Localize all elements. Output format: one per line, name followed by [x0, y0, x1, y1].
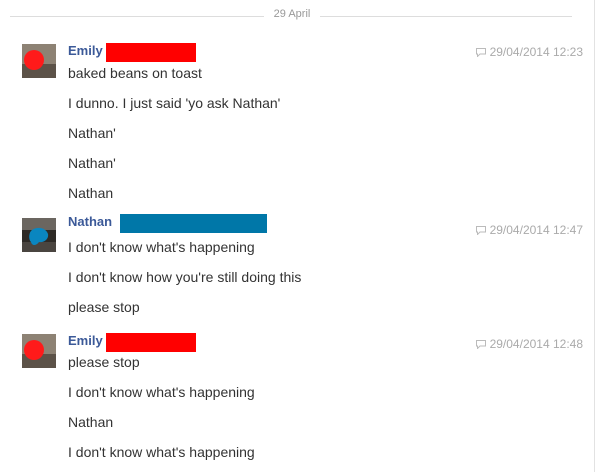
chat-conversation: 29 April Emily 29/04/2014 12:23 baked be…	[0, 0, 604, 472]
message-text: Nathan	[68, 185, 114, 201]
message-group-nathan: Nathan 29/04/2014 12:47 I don't know wha…	[0, 213, 594, 323]
date-divider-label: 29 April	[273, 8, 311, 20]
timestamp-text: 29/04/2014 12:47	[489, 223, 583, 237]
timestamp-text: 29/04/2014 12:48	[489, 337, 583, 351]
panel-border	[594, 0, 595, 472]
profile-photo-redacted-blue-icon	[22, 218, 56, 252]
message-text: I don't know what's happening	[68, 384, 255, 400]
divider-line-left	[10, 16, 264, 17]
message-text: please stop	[68, 299, 140, 315]
message-text: I don't know what's happening	[68, 444, 255, 460]
message-timestamp: 29/04/2014 12:23	[475, 45, 583, 59]
date-divider: 29 April	[10, 7, 572, 25]
message-text: please stop	[68, 354, 140, 370]
message-text: Nathan'	[68, 125, 116, 141]
comment-bubble-icon	[475, 226, 486, 235]
message-text: I dunno. I just said 'yo ask Nathan'	[68, 95, 281, 111]
sender-name[interactable]: Emily	[68, 42, 103, 59]
avatar-nathan[interactable]	[22, 218, 56, 252]
message-text: baked beans on toast	[68, 65, 202, 81]
profile-photo-redacted-red-icon	[22, 334, 56, 368]
redaction-bar	[106, 333, 196, 352]
message-text: Nathan	[68, 414, 114, 430]
redaction-bar	[120, 214, 267, 233]
divider-line-right	[320, 16, 572, 17]
message-text: Nathan'	[68, 155, 116, 171]
comment-bubble-icon	[475, 340, 486, 349]
comment-bubble-icon	[475, 48, 486, 57]
sender-name[interactable]: Nathan	[68, 213, 112, 230]
redaction-bar	[106, 43, 196, 62]
message-timestamp: 29/04/2014 12:47	[475, 223, 583, 237]
message-group-emily: Emily 29/04/2014 12:48 please stop I don…	[0, 332, 594, 472]
avatar-emily[interactable]	[22, 44, 56, 78]
sender-name[interactable]: Emily	[68, 332, 103, 349]
avatar-emily[interactable]	[22, 334, 56, 368]
message-timestamp: 29/04/2014 12:48	[475, 337, 583, 351]
timestamp-text: 29/04/2014 12:23	[489, 45, 583, 59]
profile-photo-redacted-red-icon	[22, 44, 56, 78]
message-group-emily: Emily 29/04/2014 12:23 baked beans on to…	[0, 42, 594, 207]
message-text: I don't know how you're still doing this	[68, 269, 302, 285]
message-text: I don't know what's happening	[68, 239, 255, 255]
